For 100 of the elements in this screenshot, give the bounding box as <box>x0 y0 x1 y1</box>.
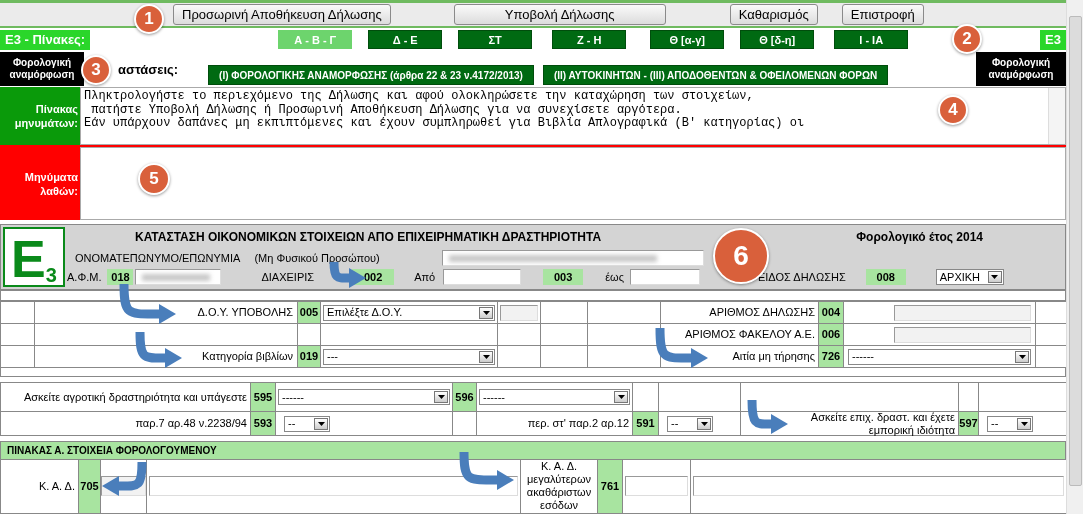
table-cell <box>541 346 588 369</box>
field-code: 595 <box>251 383 276 413</box>
caret-icon <box>482 310 490 315</box>
dropdown-button[interactable] <box>1017 417 1031 430</box>
name-note: (Μη Φυσικού Προσώπου) <box>254 252 380 265</box>
field-code: 761 <box>598 460 623 514</box>
field-code: 591 <box>633 412 659 437</box>
statement-button[interactable]: (ΙΙ) ΑΥΤΟΚΙΝΗΤΩΝ - (ΙΙΙ) ΑΠΟΔΟΘΕΝΤΩΝ & ΟΦΕΙΛΟΜΕΝΩΝ ΦΟΡΩΝ <box>542 65 889 86</box>
message-line: Πληκτρολογήστε το περιεχόμενο της Δήλωσης και αφού ολοκληρώσετε την καταχώρηση των στοιχείων, <box>84 90 754 104</box>
dropdown[interactable]: -- <box>667 415 713 432</box>
to-field[interactable] <box>629 269 700 286</box>
dropdown[interactable]: -- <box>284 415 330 432</box>
dropdown-button[interactable] <box>614 391 628 404</box>
numbered-callout: 1 <box>134 4 164 34</box>
dropdown[interactable]: ------ <box>848 348 1031 365</box>
table-tab[interactable]: Ζ - Η <box>552 30 627 50</box>
dropdown[interactable]: Επιλέξτε Δ.Ο.Υ. <box>323 304 495 321</box>
callout-arrow <box>459 451 514 490</box>
caret-icon <box>1018 354 1026 359</box>
scrollbar[interactable] <box>1048 88 1065 144</box>
callout-arrow <box>747 399 788 434</box>
dropdown[interactable]: ------ <box>278 389 450 406</box>
e3-logo: Ε3 <box>3 227 65 288</box>
section-header: ΠΙΝΑΚΑΣ Α. ΣΤΟΙΧΕΙΑ ΦΟΡΟΛΟΓΟΥΜΕΝΟΥ <box>0 441 1066 460</box>
field-code: 005 <box>298 302 321 325</box>
tax-year: Φορολογικό έτος 2014 <box>856 230 983 245</box>
from-field[interactable] <box>443 269 522 286</box>
table-tab[interactable]: Θ [α-γ] <box>650 30 725 50</box>
field-code: 004 <box>819 302 844 325</box>
afm-field[interactable] <box>135 269 222 286</box>
caret-icon <box>617 395 625 400</box>
submit-button[interactable]: Υποβολή Δήλωσης <box>453 3 666 25</box>
field-code: 705 <box>79 460 101 514</box>
from-label: Από <box>414 271 436 284</box>
dropdown-button[interactable] <box>1015 350 1029 363</box>
caret-icon <box>482 354 490 359</box>
name-field[interactable] <box>441 250 704 267</box>
input-field[interactable] <box>625 476 688 497</box>
dropdown[interactable]: --- <box>323 348 495 365</box>
callout-arrow <box>102 461 147 496</box>
field-label: Ασκείτε αγροτική δραστηριότητα και υπάγεστε <box>1 383 251 413</box>
errors-label: Μηνύματα λαθών: <box>0 146 80 221</box>
field-label: παρ.7 αρ.48 ν.2238/94 <box>1 412 251 437</box>
dropdown-button[interactable] <box>434 391 448 404</box>
table-tab[interactable]: ΣΤ <box>458 30 533 50</box>
input-field[interactable] <box>894 326 1031 343</box>
caret-icon <box>991 275 999 280</box>
clear-button[interactable]: Καθαρισμός <box>729 3 818 25</box>
field-code: 597 <box>959 412 979 437</box>
numbered-callout: 3 <box>81 55 111 85</box>
caret-icon <box>700 421 708 426</box>
caret-icon <box>1020 421 1028 426</box>
callout-arrow <box>119 283 176 324</box>
scrollbar[interactable] <box>1066 0 1083 514</box>
statements-label: αστάσεις: <box>118 61 179 77</box>
field-code: 019 <box>298 346 321 369</box>
statement-button[interactable]: (Ι) ΦΟΡΟΛΟΓΙΚΗΣ ΑΝΑΜΟΡΦΩΣΗΣ (άρθρα 22 & 23 ν.4172/2013) <box>208 65 534 86</box>
table-cell <box>541 324 588 347</box>
callout-arrow <box>135 331 182 368</box>
messages-label: Πίνακας μηνυμάτων: <box>0 87 80 145</box>
dropdown-button[interactable] <box>987 271 1002 284</box>
table-tab[interactable]: Θ [δ-η] <box>740 30 815 50</box>
caret-icon <box>437 395 445 400</box>
form-title: ΚΑΤΑΣΤΑΣΗ ΟΙΚΟΝΟΜΙΚΩΝ ΣΤΟΙΧΕΙΩΝ ΑΠΟ ΕΠΙΧΕΙΡΗΜΑΤΙΚΗ ΔΡΑΣΤΗΡΙΟΤΗΤΑ <box>135 230 602 245</box>
back-button[interactable]: Επιστροφή <box>841 3 924 25</box>
input-field[interactable] <box>149 476 518 497</box>
dropdown[interactable]: -- <box>987 415 1033 432</box>
dropdown-button[interactable] <box>479 306 493 319</box>
message-line: πατήστε Υποβολή Δήλωσης ή Προσωρινή Αποθήκευση Δήλωσης για να συνεχίσετε αργότερα. <box>90 103 682 117</box>
afm-label: Α.Φ.Μ. <box>67 271 102 284</box>
numbered-callout: 2 <box>952 24 982 54</box>
temporary-save-button[interactable]: Προσωρινή Αποθήκευση Δήλωσης <box>173 3 391 25</box>
to-label: έως <box>605 271 624 284</box>
dropdown-button[interactable] <box>314 417 328 430</box>
messages-area[interactable] <box>80 87 1066 145</box>
dropdown-button[interactable] <box>479 350 493 363</box>
blurred-value <box>142 273 210 281</box>
tables-label: Ε3 - Πίνακες: <box>0 29 91 50</box>
field-code: 006 <box>819 324 844 347</box>
adjustment-label: Φορολογική αναμόρφωση <box>976 52 1066 87</box>
input-field[interactable] <box>894 304 1031 321</box>
field-code: 593 <box>251 412 276 437</box>
errors-area[interactable] <box>80 146 1066 221</box>
table-tab[interactable]: Δ - Ε <box>368 30 443 50</box>
field-code: 596 <box>453 383 477 413</box>
adjustment-label: Φορολογική αναμόρφωση <box>0 52 84 87</box>
message-line: Εάν υπάρχουν δαπάνες μη εκπιπτόμενες και έχουν συμπληρωθεί για Βιβλία Απλογραφικά (Β' κατηγορίας) οι <box>84 117 805 131</box>
dropdown[interactable]: ΑΡΧΙΚΗ <box>935 269 1004 286</box>
table-tab[interactable]: Ι - ΙΑ <box>834 30 909 50</box>
field-code: 726 <box>819 346 844 369</box>
dropdown-button[interactable] <box>697 417 711 430</box>
management-label: ΔΙΑΧΕΙΡΙΣ <box>261 271 315 284</box>
tables-label: Ε3 <box>1040 29 1066 50</box>
name-label: ΟΝΟΜΑΤΕΠΩΝΥΜΟ/ΕΠΩΝΥΜΙΑ <box>75 252 241 265</box>
dropdown[interactable]: ------ <box>479 389 630 406</box>
field-code: 008 <box>865 269 906 286</box>
caret-icon <box>317 421 325 426</box>
input-field[interactable] <box>693 476 1064 497</box>
field-code: 003 <box>543 269 584 286</box>
field-code: 018 <box>107 269 134 286</box>
